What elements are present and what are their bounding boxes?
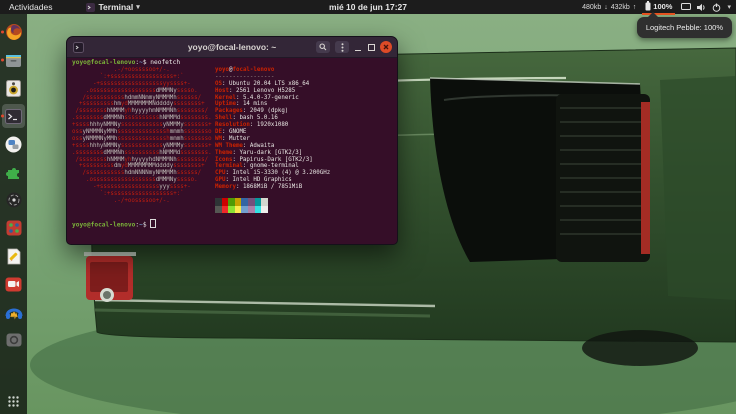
terminal-content[interactable]: yoyo@focal-lenovo:~$ neofetch .-/+oossss… bbox=[67, 58, 397, 244]
dock-item-speaker-box[interactable] bbox=[0, 74, 27, 102]
window-title: yoyo@focal-lenovo: ~ bbox=[188, 42, 276, 52]
file-cabinet-icon bbox=[5, 52, 22, 69]
net-up-value: 432kb bbox=[611, 4, 630, 11]
puzzle-extension-icon bbox=[5, 164, 22, 181]
system-menu-chevron-icon[interactable]: ▾ bbox=[727, 3, 731, 11]
notification-arrow bbox=[647, 12, 659, 18]
firefox-icon bbox=[5, 23, 23, 41]
command-line: yoyo@focal-lenovo:~$ neofetch bbox=[72, 59, 180, 67]
text-editor-icon bbox=[6, 248, 22, 265]
display-mirror-icon[interactable] bbox=[681, 3, 691, 11]
power-icon[interactable] bbox=[712, 3, 721, 12]
neofetch-ascii-art: .-/+oossssoo+/-. `:+ssssssssssssssssss+:… bbox=[72, 67, 212, 205]
notification-text: Logitech Pebble: 100% bbox=[646, 23, 723, 32]
running-indicator bbox=[1, 115, 4, 118]
speaker-box-icon bbox=[6, 80, 21, 97]
close-icon bbox=[383, 44, 389, 50]
maximize-button[interactable] bbox=[367, 43, 375, 51]
dock-item-audacity-headphones[interactable] bbox=[0, 298, 27, 326]
vinyl-music-icon bbox=[6, 192, 22, 208]
dock bbox=[0, 14, 27, 414]
show-applications-icon bbox=[7, 395, 20, 408]
search-button[interactable] bbox=[316, 41, 330, 53]
volume-icon[interactable] bbox=[697, 3, 706, 12]
dock-item-file-cabinet[interactable] bbox=[0, 46, 27, 74]
net-down-value: 480kb bbox=[582, 4, 601, 11]
kebab-menu-icon bbox=[341, 43, 344, 52]
command-text: neofetch bbox=[150, 59, 180, 66]
activities-button[interactable]: Actividades bbox=[0, 0, 61, 14]
close-button[interactable] bbox=[380, 41, 392, 53]
network-speed-indicator[interactable]: 480kb ↓ 432kb ↑ bbox=[582, 4, 636, 11]
search-icon bbox=[319, 43, 327, 51]
terminal-icon bbox=[5, 109, 22, 124]
screen-recorder-icon bbox=[5, 277, 22, 292]
dock-item-software[interactable] bbox=[0, 130, 27, 158]
dock-items bbox=[0, 14, 27, 354]
shell-prompt: yoyo@focal-lenovo:~$ bbox=[72, 219, 156, 230]
dock-item-text-editor[interactable] bbox=[0, 242, 27, 270]
neofetch-info: yoyo@focal-lenovo-----------------OS: Ub… bbox=[215, 67, 330, 191]
app-menu-terminal[interactable]: Terminal ▾ bbox=[81, 0, 144, 14]
minimize-button[interactable] bbox=[354, 43, 362, 51]
clock[interactable]: mié 10 de jun 17:27 bbox=[329, 2, 407, 12]
audacity-headphones-icon bbox=[5, 304, 23, 320]
window-titlebar[interactable]: yoyo@focal-lenovo: ~ bbox=[67, 37, 397, 58]
menu-button[interactable] bbox=[335, 41, 349, 53]
dock-item-terminal[interactable] bbox=[0, 102, 27, 130]
minimize-icon bbox=[355, 50, 361, 51]
dock-item-puzzle-extension[interactable] bbox=[0, 158, 27, 186]
terminal-window: yoyo@focal-lenovo: ~ yoyo@focal-lenovo:~… bbox=[66, 36, 398, 245]
color-palette bbox=[215, 198, 268, 213]
screenshot-tool-icon bbox=[6, 333, 22, 347]
top-bar: Actividades Terminal ▾ mié 10 de jun 17:… bbox=[0, 0, 736, 14]
maximize-icon bbox=[368, 44, 375, 51]
show-applications-button[interactable] bbox=[0, 395, 27, 408]
terminal-app-icon bbox=[86, 3, 95, 12]
notification-popup[interactable]: Logitech Pebble: 100% bbox=[637, 17, 732, 38]
download-arrow-icon: ↓ bbox=[604, 4, 608, 11]
battery-percent: 100% bbox=[653, 2, 672, 11]
dock-item-screenshot-tool[interactable] bbox=[0, 326, 27, 354]
running-indicator bbox=[1, 59, 4, 62]
dock-item-vinyl-music[interactable] bbox=[0, 186, 27, 214]
dock-item-screen-recorder[interactable] bbox=[0, 270, 27, 298]
red-grid-app-icon bbox=[6, 220, 22, 236]
chevron-down-icon: ▾ bbox=[136, 3, 140, 11]
terminal-cursor bbox=[150, 219, 156, 228]
desktop: Actividades Terminal ▾ mié 10 de jun 17:… bbox=[0, 0, 736, 414]
dock-item-red-grid-app[interactable] bbox=[0, 214, 27, 242]
software-icon bbox=[5, 136, 22, 153]
dock-item-firefox[interactable] bbox=[0, 18, 27, 46]
app-menu-label: Terminal bbox=[98, 2, 133, 12]
upload-arrow-icon: ↑ bbox=[633, 4, 637, 11]
battery-icon bbox=[645, 1, 651, 11]
terminal-window-icon bbox=[73, 42, 84, 53]
